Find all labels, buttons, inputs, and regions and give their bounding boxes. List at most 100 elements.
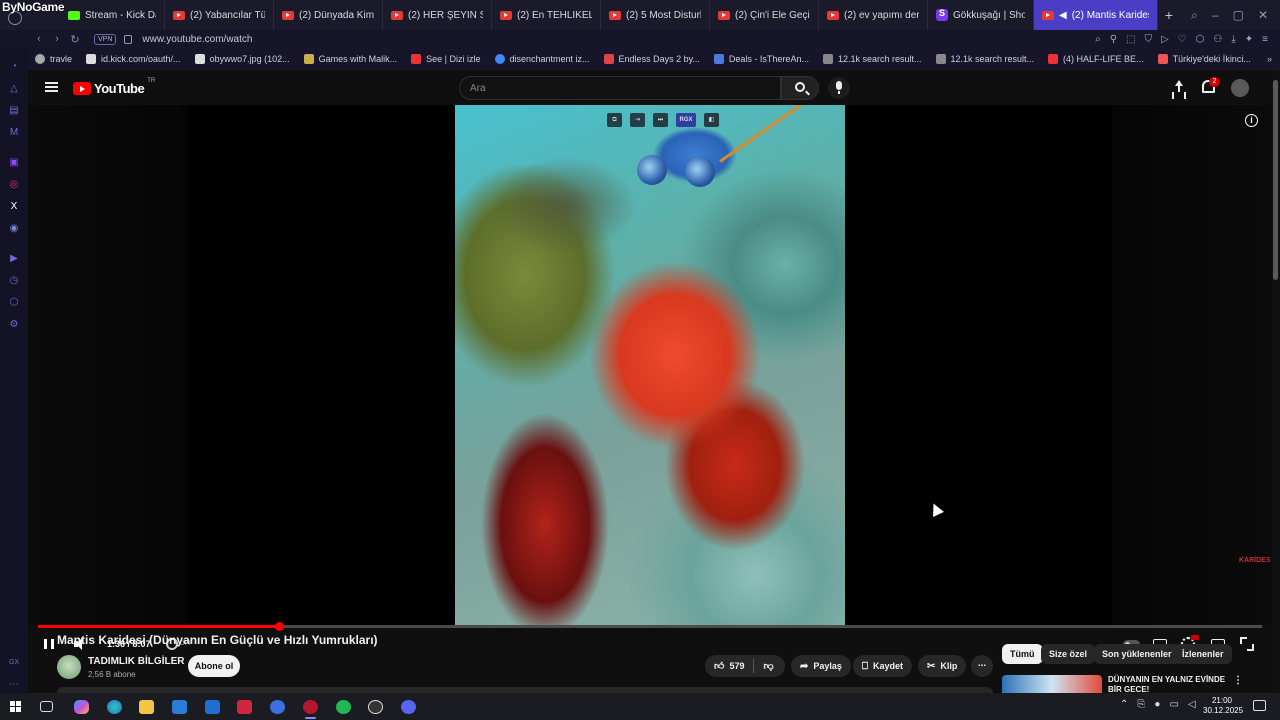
sidebar-more-icon[interactable]: ⋯: [7, 678, 21, 692]
bookmark-icon[interactable]: ♡: [1178, 34, 1187, 45]
search-button[interactable]: [781, 76, 819, 100]
speed-dial-icon[interactable]: ◔: [7, 60, 21, 74]
chip-all[interactable]: Tümü: [1002, 644, 1043, 664]
x-icon[interactable]: X: [7, 200, 21, 214]
like-icon[interactable]: 👍︎: [714, 660, 724, 672]
gx-icon[interactable]: GX: [7, 656, 21, 670]
bookmarks-more-icon[interactable]: »: [1267, 54, 1280, 64]
bookmark-item[interactable]: 12.1k search result...: [929, 54, 1042, 64]
url-field[interactable]: www.youtube.com/watch: [142, 34, 252, 45]
clock[interactable]: 21:00 30.12.2025: [1203, 696, 1243, 716]
bookmark-item[interactable]: disenchantment iz...: [488, 54, 597, 64]
recommended-title[interactable]: DÜNYANIN EN YALNIZ EVİNDE BİR GECE!: [1108, 675, 1233, 693]
opera-gx-icon[interactable]: [303, 700, 318, 719]
minimize-icon[interactable]: –: [1212, 8, 1219, 22]
store-icon[interactable]: [172, 700, 187, 714]
tab-youtube-4[interactable]: (2) En TEHLİKELİ Go: [492, 0, 601, 30]
scrubber-handle[interactable]: [275, 622, 285, 631]
bookmark-item[interactable]: Deals - IsThereAn...: [707, 54, 816, 64]
copy-icon[interactable]: ⧉: [607, 113, 622, 127]
upload-icon[interactable]: [1172, 80, 1186, 95]
bookmark-item[interactable]: Türkiye'deki İkinci...: [1151, 54, 1258, 64]
history-icon[interactable]: ◷: [7, 274, 21, 288]
extensions-icon[interactable]: ⬡: [1196, 34, 1205, 45]
close-icon[interactable]: ✕: [1258, 8, 1268, 22]
settings-icon[interactable]: ⚙: [7, 318, 21, 332]
video-player[interactable]: ⧉ ⇥ ⏭ RGX ◧ i KARİDES 1:36 / 8:07 OFF: [28, 105, 1272, 651]
obs-icon[interactable]: [368, 700, 383, 714]
flow-icon[interactable]: △: [7, 82, 21, 96]
avatar[interactable]: [1231, 79, 1249, 97]
notification-center-icon[interactable]: [1253, 700, 1266, 711]
twitch-icon[interactable]: ▣: [7, 156, 21, 170]
channel-watermark[interactable]: KARİDES: [1239, 557, 1271, 571]
tab-youtube-6[interactable]: (2) Çin'i Ele Geçiren: [710, 0, 819, 30]
spotify-icon[interactable]: [336, 700, 351, 714]
windows-start-icon[interactable]: [10, 701, 21, 712]
hamburger-menu-icon[interactable]: [45, 82, 58, 92]
pause-icon[interactable]: [44, 639, 54, 649]
tab-youtube-2[interactable]: (2) Dünyada Kimseni: [274, 0, 383, 30]
player-icon[interactable]: ▶: [7, 252, 21, 266]
zoom-icon[interactable]: ⌕: [1095, 34, 1101, 45]
discord-icon[interactable]: ◉: [7, 222, 21, 236]
profile-icon[interactable]: ⚇: [1213, 34, 1222, 45]
task-view-icon[interactable]: [40, 701, 53, 712]
lock-icon[interactable]: [124, 34, 133, 44]
tab-youtube-5[interactable]: (2) 5 Most Disturbing: [601, 0, 710, 30]
pin-icon[interactable]: ⚲: [1110, 34, 1117, 45]
file-explorer-icon[interactable]: [139, 700, 154, 714]
copilot-icon[interactable]: [74, 700, 89, 714]
mail-app-icon[interactable]: [205, 700, 220, 714]
tab-shopier[interactable]: Gökkuşağı | Shopier: [928, 0, 1034, 30]
info-icon[interactable]: i: [1245, 114, 1258, 127]
bookmark-item[interactable]: id.kick.com/oauth/...: [79, 54, 188, 64]
ai-icon[interactable]: ✦: [1245, 34, 1253, 45]
app-icon[interactable]: [270, 700, 285, 714]
tab-youtube-3[interactable]: (2) HER ŞEYİN Sizi Ö: [383, 0, 492, 30]
bookmark-item[interactable]: (4) HALF-LIFE BE...: [1041, 54, 1151, 64]
video-frame[interactable]: ⧉ ⇥ ⏭ RGX ◧: [455, 105, 845, 625]
download-icon[interactable]: ⤓: [1231, 34, 1235, 45]
progress-bar[interactable]: [38, 622, 1262, 631]
shield-icon[interactable]: ⛉: [1144, 34, 1152, 45]
browser-brand[interactable]: ByNoGame: [0, 0, 65, 30]
channel-avatar[interactable]: [57, 655, 81, 679]
fullscreen-icon[interactable]: [1240, 637, 1254, 651]
back-icon[interactable]: ‹: [30, 33, 48, 45]
tab-youtube-7[interactable]: (2) ev yapımı derin p: [819, 0, 928, 30]
new-tab-button[interactable]: +: [1158, 7, 1180, 23]
tab-kick-dashboard[interactable]: Stream - Kick Dashbo: [60, 0, 165, 30]
search-tabs-icon[interactable]: ⌕: [1191, 8, 1198, 23]
dislike-icon[interactable]: 👎︎: [763, 660, 773, 672]
recommended-thumbnail[interactable]: [1002, 675, 1102, 693]
usb-icon[interactable]: ⎘: [1137, 699, 1145, 710]
instagram-icon[interactable]: ◎: [7, 178, 21, 192]
mic-icon[interactable]: ●: [1154, 699, 1160, 710]
bookmark-item[interactable]: Endless Days 2 by...: [597, 54, 707, 64]
edge-icon[interactable]: [107, 700, 122, 714]
save-button[interactable]: ⎕ Kaydet: [853, 655, 913, 677]
chip-watched[interactable]: İzlenenler: [1174, 644, 1232, 664]
reload-icon[interactable]: ↻: [66, 33, 84, 46]
extensions-icon[interactable]: ⬡: [7, 296, 21, 310]
skip-icon[interactable]: ⏭: [653, 113, 668, 127]
bookmark-item[interactable]: obywwo7.jpg (102...: [188, 54, 297, 64]
like-count[interactable]: 579: [729, 661, 744, 671]
channel-name[interactable]: TADIMLIK BİLGİLER: [88, 656, 184, 667]
bookmark-item[interactable]: travle: [28, 54, 79, 64]
bookmark-item[interactable]: 12.1k search result...: [816, 54, 929, 64]
share-button[interactable]: ➦ Paylaş: [791, 655, 851, 677]
player-icon[interactable]: ▷: [1161, 34, 1169, 45]
subscribe-button[interactable]: Abone ol: [188, 655, 240, 677]
pocket-icon[interactable]: [237, 700, 252, 714]
popout-icon[interactable]: ⇥: [630, 113, 645, 127]
tab-youtube-1[interactable]: (2) Yabancılar Türk K: [165, 0, 274, 30]
screenshot-icon[interactable]: ⬚: [1126, 34, 1135, 45]
chip-recent[interactable]: Son yüklenenler: [1094, 644, 1180, 664]
tab-mantis-karidesi[interactable]: ◀(2) Mantis Karidesi (Dü: [1034, 0, 1158, 30]
messenger-icon[interactable]: ▤: [7, 104, 21, 118]
discord-taskbar-icon[interactable]: [401, 700, 416, 714]
forward-icon[interactable]: ›: [48, 33, 66, 45]
page-scrollbar[interactable]: [1272, 70, 1280, 693]
